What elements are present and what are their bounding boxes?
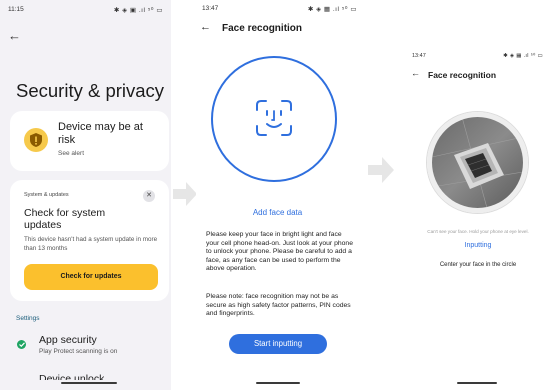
status-bar: 11:15 ✱ ◈ ▣ .ıl ⁵⁰ ▭	[8, 6, 163, 18]
update-heading: Check for system updates	[24, 207, 106, 231]
risk-alert-card[interactable]: Device may be at risk See alert	[10, 111, 169, 171]
add-face-data-link[interactable]: Add face data	[196, 208, 359, 217]
status-icons: ✱ ◈ ▣ .ıl ⁵⁰ ▭	[113, 7, 163, 14]
status-time: 11:15	[8, 6, 24, 13]
instructions-text: Please keep your face in bright light an…	[206, 231, 353, 272]
update-description: This device hasn't had a system update i…	[24, 236, 158, 252]
device-unlock-item[interactable]: Device unlock	[39, 372, 104, 380]
warning-shield-icon	[24, 128, 48, 152]
settings-section-header: Settings	[16, 315, 40, 322]
status-bar: 13:47 ✱ ◈ ▦ .ıl ⁵⁰ ▭	[412, 53, 543, 59]
arrow-right-icon	[368, 157, 394, 183]
home-indicator	[61, 382, 117, 384]
ceiling-camera-view-image	[432, 117, 523, 208]
risk-heading: Device may be at risk	[58, 121, 143, 146]
face-inputting-screen: 13:47 ✱ ◈ ▦ .ıl ⁵⁰ ▭ ← Face recognition …	[407, 48, 549, 390]
face-id-icon	[256, 100, 292, 136]
back-arrow-icon[interactable]: ←	[8, 28, 21, 43]
check-updates-button[interactable]: Check for updates	[24, 264, 158, 290]
status-bar: 13:47 ✱ ◈ ▦ .ıl ⁵⁰ ▭	[202, 5, 357, 13]
page-title: Face recognition	[428, 70, 497, 80]
system-update-card: System & updates ✕ Check for system upda…	[10, 180, 169, 301]
camera-preview	[427, 112, 528, 213]
arrow-right-icon	[173, 182, 197, 206]
home-indicator	[256, 382, 300, 384]
status-time: 13:47	[412, 53, 426, 59]
app-security-subtext: Play Protect scanning is on	[39, 348, 118, 355]
risk-subtext: See alert	[58, 150, 85, 157]
page-title: Face recognition	[222, 23, 303, 34]
page-title: Security & privacy	[16, 80, 165, 101]
back-arrow-icon[interactable]: ←	[200, 21, 211, 33]
start-inputting-button[interactable]: Start inputting	[229, 334, 327, 354]
status-time: 13:47	[202, 5, 219, 12]
status-icons: ✱ ◈ ▦ .ıl ⁵⁰ ▭	[503, 53, 543, 59]
security-note-text: Please note: face recognition may not be…	[206, 293, 351, 317]
check-circle-icon	[17, 340, 26, 349]
inputting-status: Inputting	[464, 242, 492, 249]
security-privacy-screen: 11:15 ✱ ◈ ▣ .ıl ⁵⁰ ▭ ← Security & privac…	[0, 0, 171, 390]
app-security-item[interactable]: App security	[39, 334, 97, 346]
status-icons: ✱ ◈ ▦ .ıl ⁵⁰ ▭	[307, 6, 357, 13]
home-indicator	[457, 382, 497, 384]
face-recognition-screen: 13:47 ✱ ◈ ▦ .ıl ⁵⁰ ▭ ← Face recognition …	[196, 0, 363, 390]
camera-warning-text: Can't see your face. Hold your phone at …	[427, 229, 529, 234]
center-face-instruction: Center your face in the circle	[439, 262, 517, 268]
back-arrow-icon[interactable]: ←	[411, 68, 420, 78]
close-icon[interactable]: ✕	[143, 190, 155, 202]
card-category: System & updates	[24, 192, 69, 198]
